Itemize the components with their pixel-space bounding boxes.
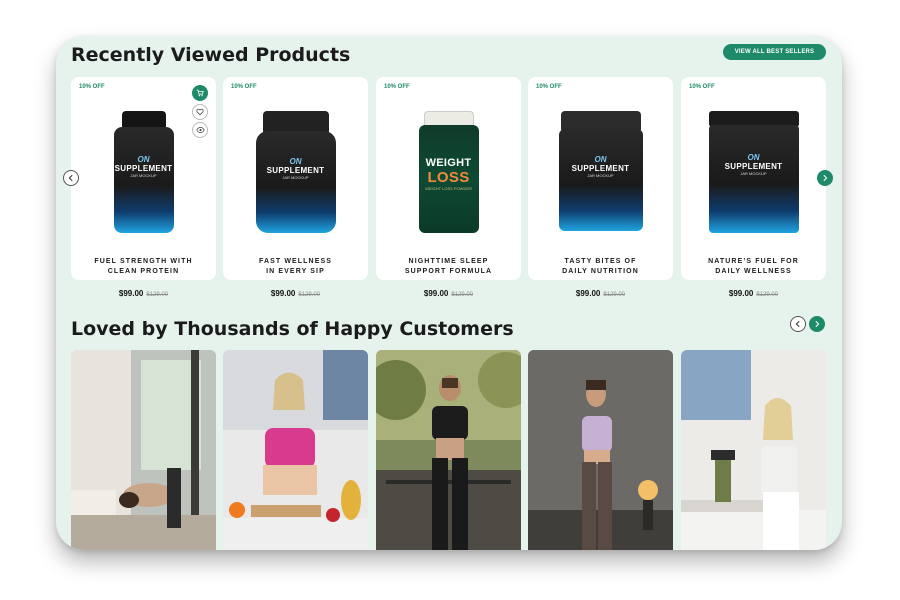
discount-badge: 10% OFF	[536, 84, 562, 90]
cart-icon	[196, 89, 204, 97]
discount-badge: 10% OFF	[79, 84, 105, 90]
jar-label: WEIGHT	[425, 157, 472, 169]
jar-sublabel: JAR MOCKUP	[740, 171, 767, 176]
jar-sublabel: JAR MOCKUP	[282, 175, 309, 180]
woman-stretching-photo[interactable]	[71, 350, 216, 550]
woman-dancing-photo[interactable]	[528, 350, 673, 550]
price: $99.00	[423, 289, 449, 298]
jar-logo: ON	[747, 153, 760, 162]
jar-label-2: LOSS	[427, 169, 470, 186]
price: $99.00	[728, 289, 754, 298]
discount-badge: 10% OFF	[689, 84, 715, 90]
customers-title: Loved by Thousands of Happy Customers	[71, 318, 514, 340]
products-next-button[interactable]	[817, 170, 833, 186]
view-all-best-sellers-button[interactable]: VIEW ALL BEST SELLERS	[723, 44, 826, 60]
heart-icon	[196, 108, 204, 116]
jar-sublabel: JAR MOCKUP	[587, 173, 614, 178]
jar-logo: ON	[594, 155, 607, 164]
woman-cooking-photo[interactable]	[223, 350, 368, 550]
jar-logo: ON	[289, 157, 302, 166]
products-prev-button[interactable]	[63, 170, 79, 186]
old-price: $129.00	[298, 292, 321, 298]
chevron-left-icon	[795, 320, 800, 328]
jar-label: SUPPLEMENT	[571, 164, 630, 173]
chevron-right-icon	[815, 320, 820, 328]
eye-icon	[195, 127, 205, 133]
storefront-panel: Recently Viewed Products VIEW ALL BEST S…	[56, 36, 842, 550]
old-price: $129.00	[756, 292, 779, 298]
recently-viewed-title: Recently Viewed Products	[71, 44, 351, 66]
customers-prev-button[interactable]	[790, 316, 806, 332]
price-row: $99.00 $129.00	[681, 289, 826, 298]
price-row: $99.00 $129.00	[71, 289, 216, 298]
price: $99.00	[118, 289, 144, 298]
product-card[interactable]: 10% OFF ON SUPPLEMENT JAR MOCKUP NATURE’…	[681, 77, 826, 280]
old-price: $129.00	[146, 292, 169, 298]
product-name[interactable]: FAST WELLNESS IN EVERY SIP	[223, 257, 368, 277]
chevron-right-icon	[823, 174, 828, 182]
add-to-cart-button[interactable]	[192, 85, 208, 101]
jar-logo: ON	[137, 155, 150, 164]
quick-view-button[interactable]	[192, 122, 208, 138]
product-image[interactable]: ON SUPPLEMENT JAR MOCKUP	[113, 111, 174, 233]
woman-blender-photo[interactable]	[681, 350, 826, 550]
customers-next-button[interactable]	[809, 316, 825, 332]
product-card[interactable]: 10% OFF ON SUPPLEMENT JAR MOCKUP TASTY B…	[528, 77, 673, 280]
product-name[interactable]: NATURE’S FUEL FOR DAILY WELLNESS	[681, 257, 826, 277]
jar-label: SUPPLEMENT	[266, 166, 325, 175]
product-name[interactable]: TASTY BITES OF DAILY NUTRITION	[528, 257, 673, 277]
product-image[interactable]: ON SUPPLEMENT JAR MOCKUP	[708, 111, 799, 233]
discount-badge: 10% OFF	[231, 84, 257, 90]
jar-sublabel: JAR MOCKUP	[130, 173, 157, 178]
price: $99.00	[575, 289, 601, 298]
product-image[interactable]: WEIGHT LOSS WEIGHT LOSS POWDER	[418, 111, 479, 233]
price-row: $99.00 $129.00	[223, 289, 368, 298]
price-row: $99.00 $129.00	[528, 289, 673, 298]
old-price: $129.00	[603, 292, 626, 298]
jar-label: SUPPLEMENT	[114, 164, 173, 173]
jar-sublabel: WEIGHT LOSS POWDER	[425, 186, 472, 191]
price-row: $99.00 $129.00	[376, 289, 521, 298]
discount-badge: 10% OFF	[384, 84, 410, 90]
old-price: $129.00	[451, 292, 474, 298]
price: $99.00	[270, 289, 296, 298]
product-card[interactable]: 10% OFF ON SUPPLEMENT JAR MOCKUP FAST WE…	[223, 77, 368, 280]
product-name[interactable]: NIGHTTIME SLEEP SUPPORT FORMULA	[376, 257, 521, 277]
jar-label: SUPPLEMENT	[724, 162, 783, 171]
woman-outdoor-workout-photo[interactable]	[376, 350, 521, 550]
chevron-left-icon	[68, 174, 73, 182]
product-image[interactable]: ON SUPPLEMENT JAR MOCKUP	[255, 111, 336, 233]
wishlist-button[interactable]	[192, 104, 208, 120]
product-card[interactable]: 10% OFF WEIGHT LOSS WEIGHT LOSS POWDER N…	[376, 77, 521, 280]
product-name[interactable]: FUEL STRENGTH WITH CLEAN PROTEIN	[71, 257, 216, 277]
product-image[interactable]: ON SUPPLEMENT JAR MOCKUP	[558, 111, 643, 231]
